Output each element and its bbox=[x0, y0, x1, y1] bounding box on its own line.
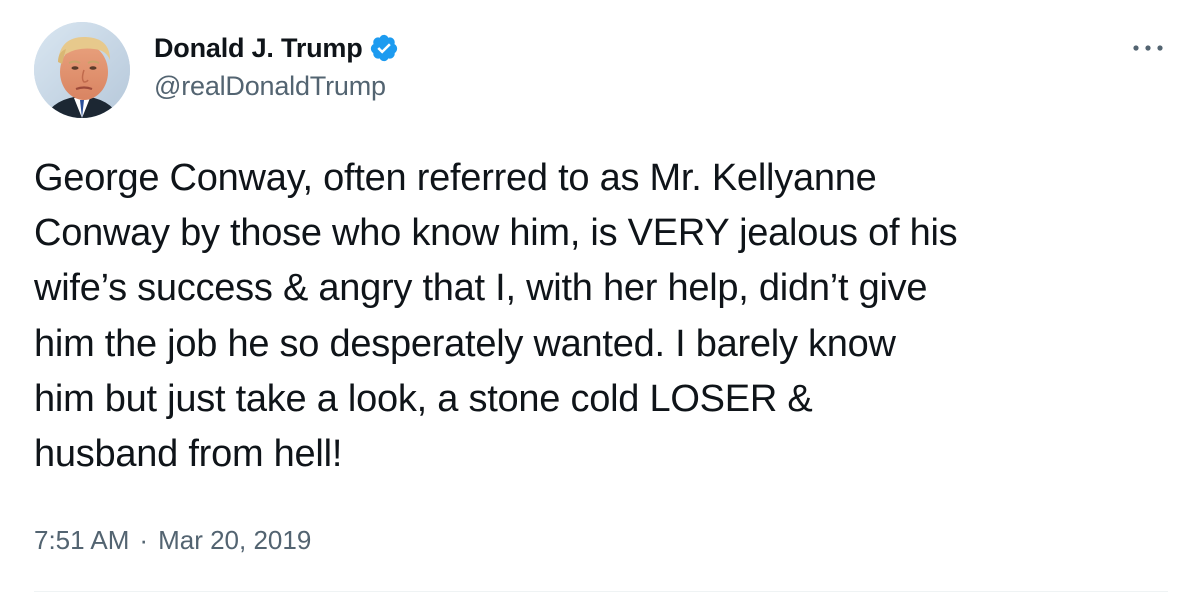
profile-photo bbox=[34, 22, 130, 118]
timestamp-separator: · bbox=[139, 524, 149, 555]
avatar[interactable] bbox=[34, 22, 130, 118]
author-name-row[interactable]: Donald J. Trump bbox=[154, 30, 399, 66]
verified-badge-icon bbox=[369, 33, 399, 63]
tweet-text: George Conway, often referred to as Mr. … bbox=[34, 157, 958, 476]
tweet-time[interactable]: 7:51 AM bbox=[34, 525, 129, 556]
author-display-name[interactable]: Donald J. Trump bbox=[154, 33, 363, 64]
more-options-icon bbox=[1133, 45, 1163, 51]
divider bbox=[34, 591, 1168, 592]
more-options-button[interactable] bbox=[1128, 36, 1168, 60]
tweet-card: Donald J. Trump @realDonaldTrump George … bbox=[0, 0, 1194, 612]
author-handle[interactable]: @realDonaldTrump bbox=[154, 71, 386, 102]
tweet-timestamp[interactable]: 7:51 AM · Mar 20, 2019 bbox=[34, 521, 311, 559]
tweet-date[interactable]: Mar 20, 2019 bbox=[158, 525, 311, 556]
